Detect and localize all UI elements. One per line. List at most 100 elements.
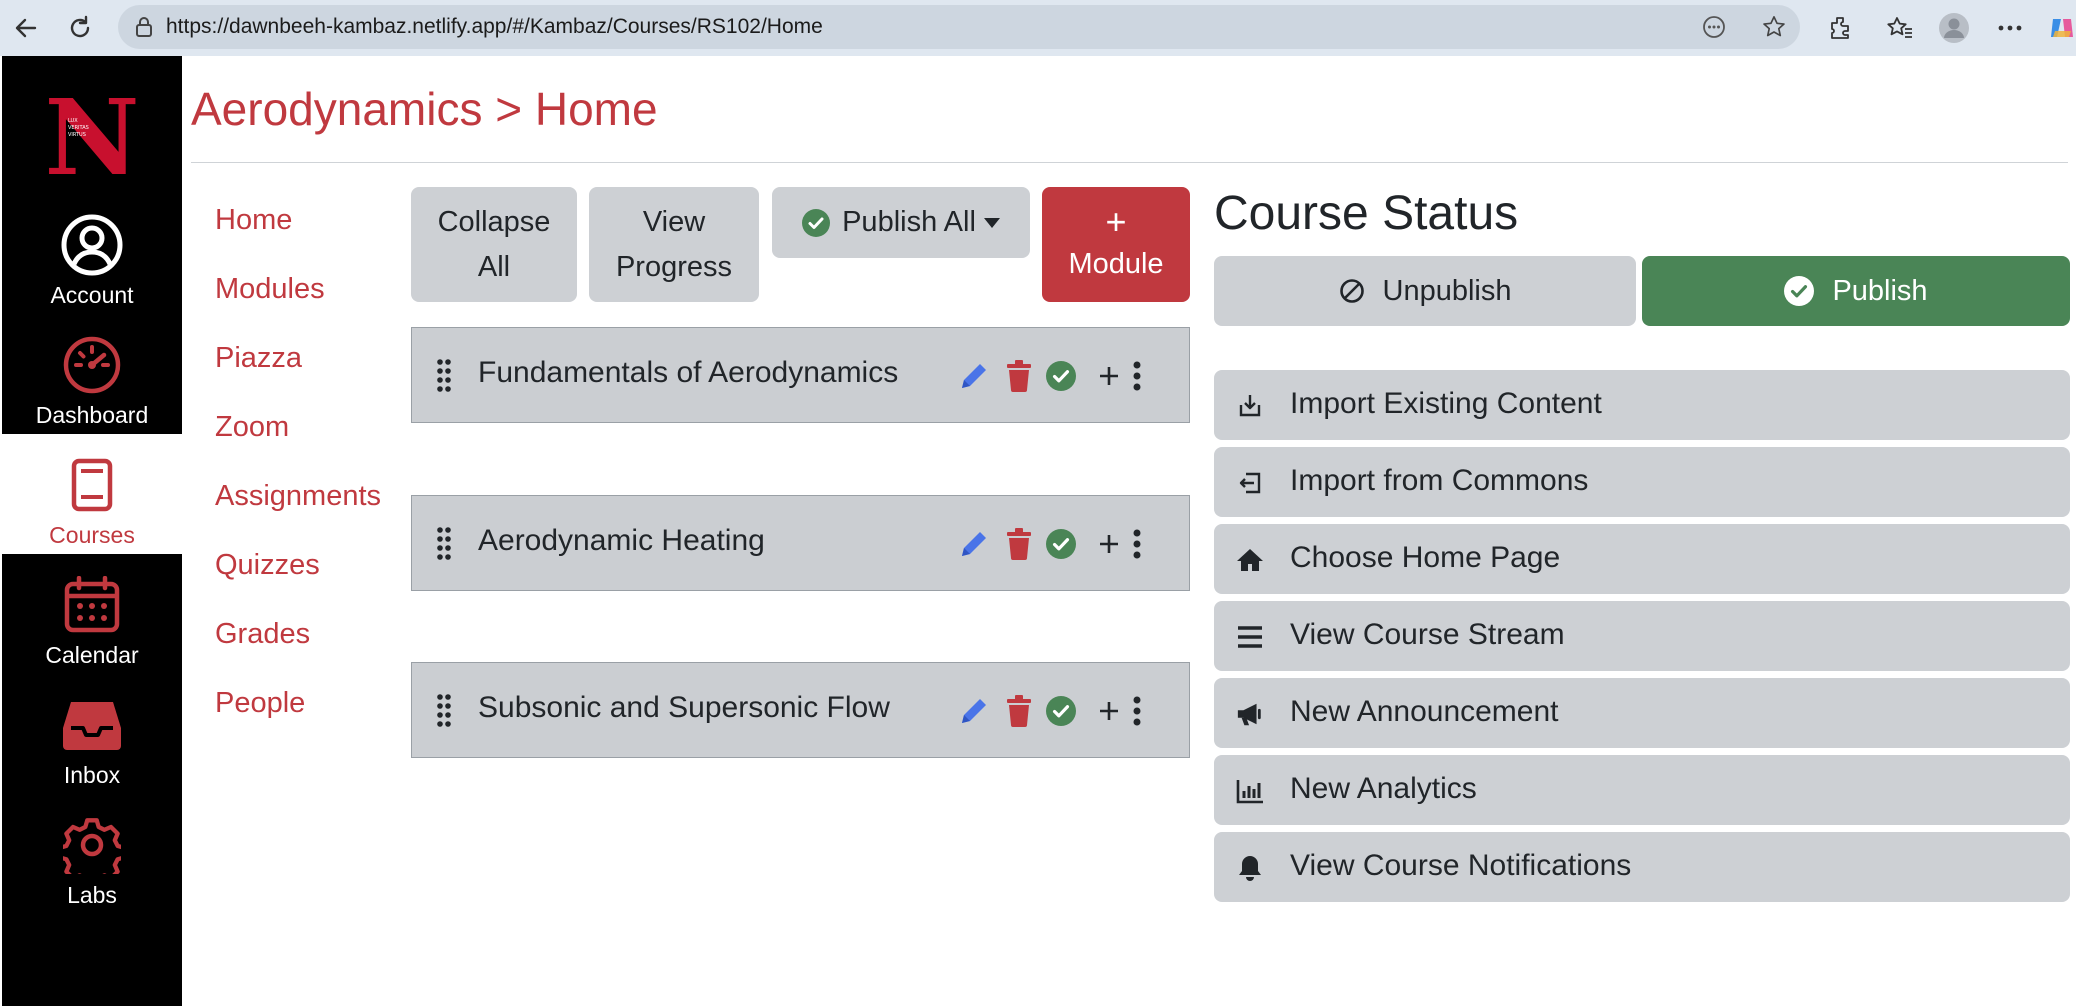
gnav-label: Courses bbox=[49, 522, 135, 548]
check-circle-icon[interactable] bbox=[1046, 693, 1076, 729]
northeastern-logo[interactable]: N LUX VERITAS VIRTUS bbox=[2, 78, 182, 188]
module-row[interactable]: Aerodynamic Heating bbox=[411, 495, 1190, 591]
svg-text:LUX: LUX bbox=[68, 118, 78, 124]
home-icon bbox=[1236, 546, 1264, 574]
edit-pencil-icon[interactable] bbox=[958, 693, 990, 729]
grip-vertical-icon[interactable] bbox=[436, 526, 452, 567]
speedometer-icon bbox=[59, 332, 125, 398]
choose-home-page-button[interactable]: Choose Home Page bbox=[1214, 524, 2070, 594]
module-title: Fundamentals of Aerodynamics bbox=[478, 356, 899, 389]
new-announcement-button[interactable]: New Announcement bbox=[1214, 678, 2070, 748]
gnav-item-courses[interactable]: Courses bbox=[2, 434, 182, 554]
view-progress-label-line1: View bbox=[642, 205, 706, 238]
check-circle-icon[interactable] bbox=[1046, 526, 1076, 562]
gnav-item-account[interactable]: Account bbox=[2, 194, 182, 314]
gnav-label: Calendar bbox=[45, 642, 139, 668]
unpublish-label: Unpublish bbox=[1382, 274, 1512, 307]
collapse-all-label-line1: Collapse bbox=[437, 205, 551, 238]
check-circle-icon bbox=[802, 208, 831, 237]
add-module-label: Module bbox=[1068, 248, 1164, 280]
publish-button[interactable]: Publish bbox=[1642, 256, 2070, 326]
view-progress-label-line2: Progress bbox=[615, 250, 733, 283]
course-nav-grades[interactable]: Grades bbox=[215, 618, 310, 651]
plus-icon[interactable] bbox=[1098, 526, 1120, 562]
profile-avatar-icon[interactable] bbox=[1938, 12, 1970, 44]
header-divider bbox=[191, 162, 2068, 163]
gnav-label: Inbox bbox=[63, 762, 121, 788]
action-label: Import from Commons bbox=[1290, 464, 1589, 497]
course-nav-modules[interactable]: Modules bbox=[215, 273, 325, 306]
more-vertical-icon[interactable] bbox=[1132, 526, 1142, 562]
publish-all-dropdown[interactable]: Publish All bbox=[772, 187, 1030, 258]
gnav-item-labs[interactable]: Labs bbox=[2, 794, 182, 914]
trash-icon[interactable] bbox=[1006, 358, 1032, 394]
trash-icon[interactable] bbox=[1006, 693, 1032, 729]
gear-icon bbox=[59, 812, 125, 878]
address-bar[interactable]: https://dawnbeeh-kambaz.netlify.app/#/Ka… bbox=[118, 5, 1800, 49]
course-nav-piazza[interactable]: Piazza bbox=[215, 342, 302, 375]
grip-vertical-icon[interactable] bbox=[436, 693, 452, 734]
calendar-icon bbox=[59, 572, 125, 638]
svg-text:VIRTUS: VIRTUS bbox=[68, 132, 86, 138]
bell-icon bbox=[1236, 854, 1264, 882]
check-circle-icon bbox=[1784, 276, 1815, 306]
course-nav-people[interactable]: People bbox=[215, 687, 305, 720]
view-progress-button[interactable]: View Progress bbox=[589, 187, 759, 302]
gnav-label: Labs bbox=[67, 882, 117, 908]
book-icon bbox=[59, 452, 125, 518]
course-status-title: Course Status bbox=[1214, 187, 1519, 240]
add-module-button[interactable]: + Module bbox=[1042, 187, 1190, 302]
favorite-star-icon[interactable] bbox=[1762, 15, 1786, 39]
gnav-item-calendar[interactable]: Calendar bbox=[2, 554, 182, 674]
page-title: Aerodynamics > Home bbox=[191, 83, 658, 135]
copilot-icon[interactable] bbox=[2046, 12, 2076, 44]
browser-menu-icon[interactable] bbox=[1994, 12, 2026, 44]
gnav-item-dashboard[interactable]: Dashboard bbox=[2, 314, 182, 434]
refresh-icon[interactable] bbox=[62, 10, 98, 46]
action-label: Import Existing Content bbox=[1290, 387, 1602, 420]
browser-toolbar: https://dawnbeeh-kambaz.netlify.app/#/Ka… bbox=[0, 0, 2076, 56]
favorites-icon[interactable] bbox=[1884, 12, 1916, 44]
megaphone-icon bbox=[1236, 700, 1264, 728]
course-nav-assignments[interactable]: Assignments bbox=[215, 480, 381, 513]
course-nav-home[interactable]: Home bbox=[215, 204, 292, 237]
lock-icon[interactable] bbox=[132, 15, 156, 39]
back-icon[interactable] bbox=[8, 10, 44, 46]
unpublish-button[interactable]: Unpublish bbox=[1214, 256, 1636, 326]
collapse-all-button[interactable]: Collapse All bbox=[411, 187, 577, 302]
course-nav-quizzes[interactable]: Quizzes bbox=[215, 549, 320, 582]
more-options-icon[interactable] bbox=[1702, 15, 1726, 39]
gnav-item-inbox[interactable]: Inbox bbox=[2, 674, 182, 794]
grip-vertical-icon[interactable] bbox=[436, 358, 452, 399]
view-course-notifications-button[interactable]: View Course Notifications bbox=[1214, 832, 2070, 902]
trash-icon[interactable] bbox=[1006, 526, 1032, 562]
check-circle-icon[interactable] bbox=[1046, 358, 1076, 394]
edit-pencil-icon[interactable] bbox=[958, 526, 990, 562]
view-course-stream-button[interactable]: View Course Stream bbox=[1214, 601, 2070, 671]
new-analytics-button[interactable]: New Analytics bbox=[1214, 755, 2070, 825]
edit-pencil-icon[interactable] bbox=[958, 358, 990, 394]
more-vertical-icon[interactable] bbox=[1132, 358, 1142, 394]
module-title: Subsonic and Supersonic Flow bbox=[478, 691, 890, 724]
global-nav: N LUX VERITAS VIRTUS Account Dashboard C… bbox=[2, 56, 182, 1006]
more-vertical-icon[interactable] bbox=[1132, 693, 1142, 729]
module-row[interactable]: Subsonic and Supersonic Flow bbox=[411, 662, 1190, 758]
course-nav-zoom[interactable]: Zoom bbox=[215, 411, 289, 444]
import-from-commons-button[interactable]: Import from Commons bbox=[1214, 447, 2070, 517]
plus-icon[interactable] bbox=[1098, 358, 1120, 394]
action-label: Choose Home Page bbox=[1290, 541, 1561, 574]
extensions-icon[interactable] bbox=[1824, 12, 1856, 44]
collapse-all-label-line2: All bbox=[477, 250, 511, 283]
bar-chart-icon bbox=[1236, 777, 1264, 805]
publish-all-label: Publish All bbox=[842, 206, 976, 238]
caret-down-icon bbox=[983, 217, 1000, 228]
inbox-icon bbox=[59, 692, 125, 758]
plus-icon[interactable] bbox=[1098, 693, 1120, 729]
stream-icon bbox=[1236, 623, 1264, 651]
publish-label: Publish bbox=[1832, 274, 1928, 307]
action-label: New Analytics bbox=[1290, 772, 1477, 805]
ban-icon bbox=[1339, 278, 1365, 304]
import-existing-content-button[interactable]: Import Existing Content bbox=[1214, 370, 2070, 440]
gnav-label: Dashboard bbox=[35, 402, 149, 428]
module-row[interactable]: Fundamentals of Aerodynamics bbox=[411, 327, 1190, 423]
